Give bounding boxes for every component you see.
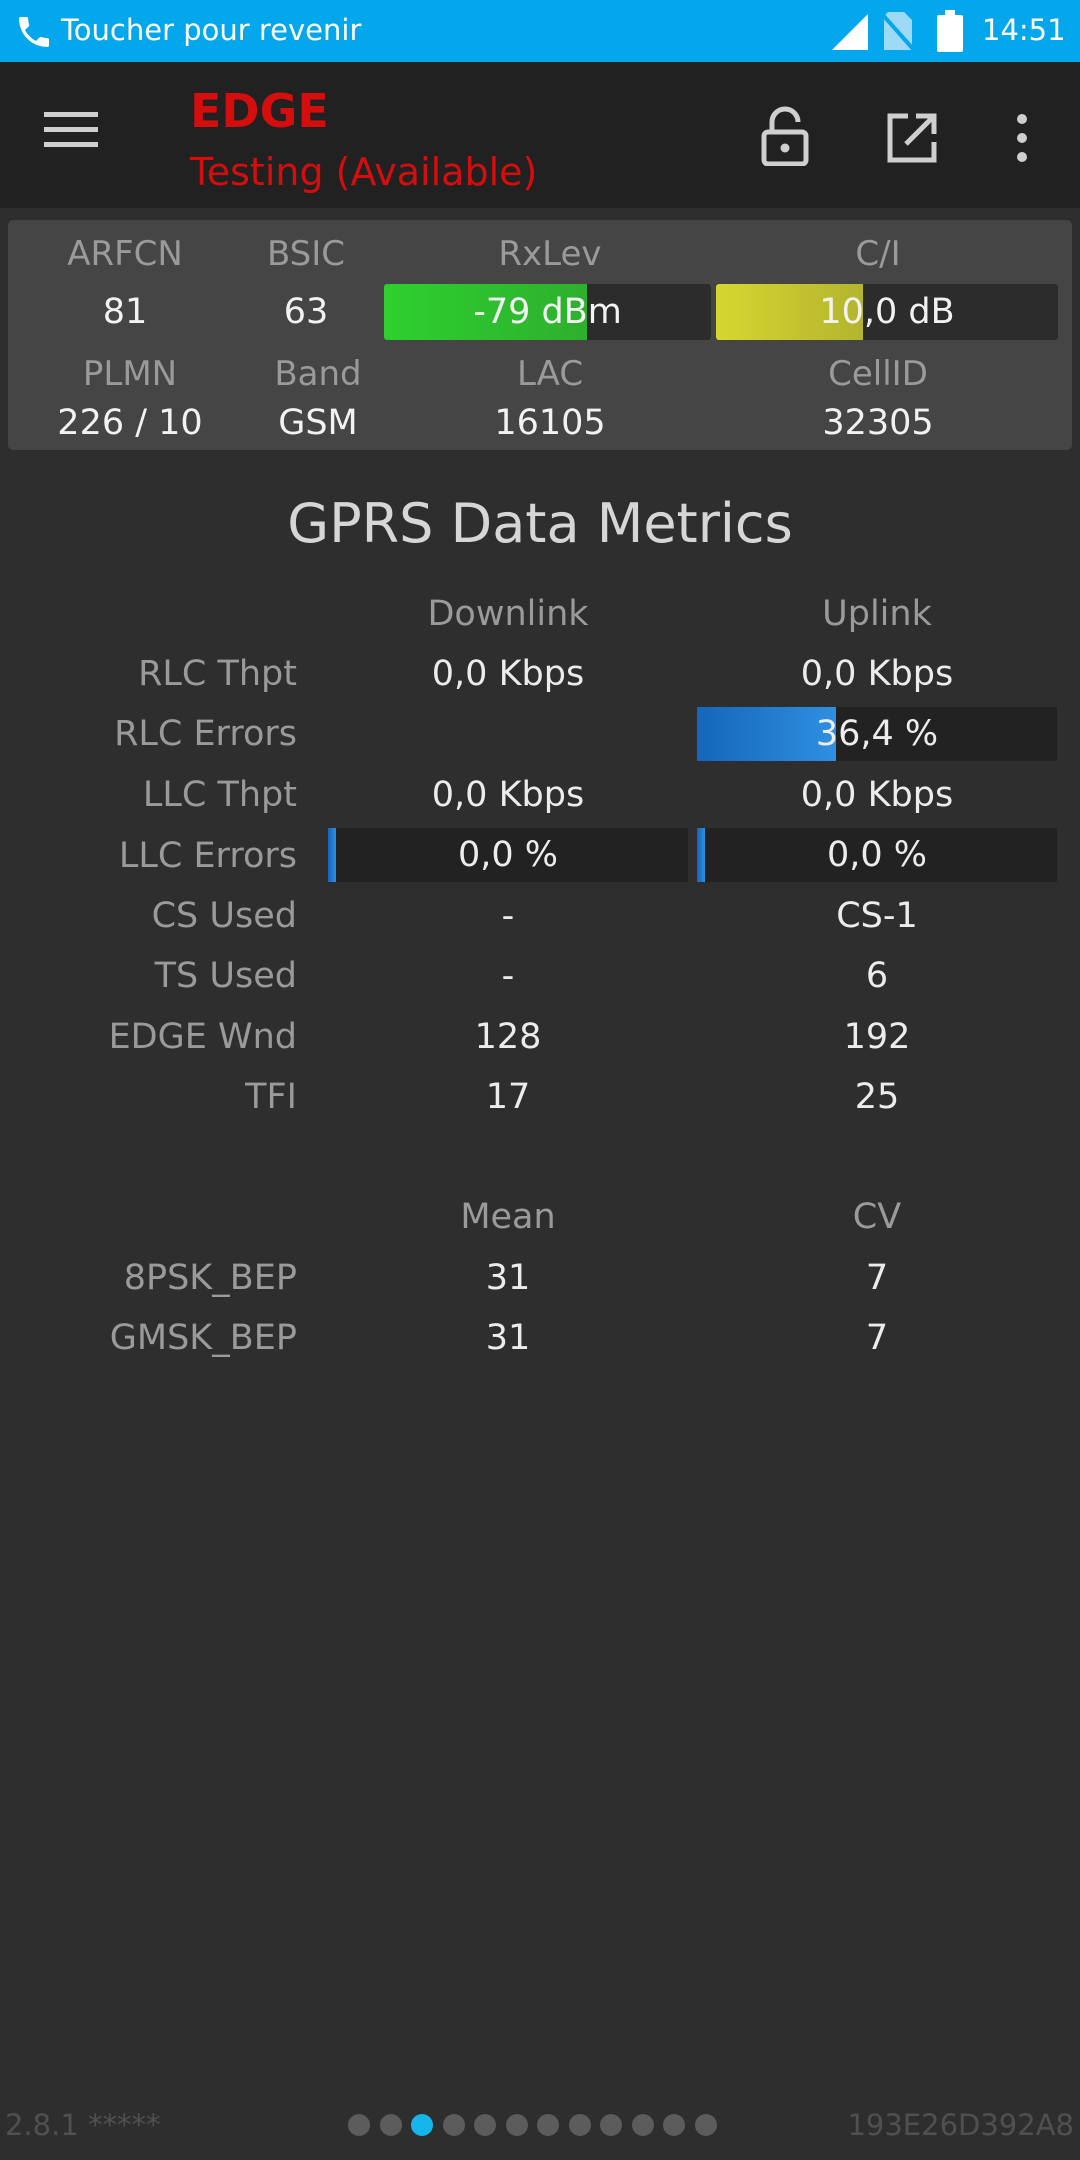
llc-errors-downlink-bar: 0,0 %	[328, 828, 688, 882]
ci-value: 10,0 dB	[819, 292, 955, 332]
ts-used-label: TS Used	[154, 956, 297, 996]
8psk-bep-mean: 31	[485, 1258, 531, 1298]
cs-used-label: CS Used	[151, 896, 297, 936]
llc-thpt-uplink: 0,0 Kbps	[800, 775, 954, 815]
8psk-bep-cv: 7	[865, 1258, 889, 1298]
edge-wnd-downlink: 128	[474, 1017, 542, 1057]
signal-icon	[832, 14, 868, 50]
arfcn-value: 81	[102, 292, 148, 332]
page-dot[interactable]	[600, 2114, 622, 2136]
lock-icon[interactable]	[760, 106, 810, 166]
rlc-errors-uplink: 36,4 %	[815, 714, 939, 754]
gmsk-bep-mean: 31	[485, 1318, 531, 1358]
page-dot[interactable]	[505, 2114, 528, 2136]
arfcn-label: ARFCN	[67, 234, 183, 274]
band-value: GSM	[278, 403, 358, 443]
bsic-value: 63	[283, 292, 329, 332]
test-state: Testing (Available)	[190, 150, 538, 194]
rlc-errors-uplink-bar: 36,4 %	[697, 707, 1057, 761]
rlc-thpt-uplink: 0,0 Kbps	[800, 654, 954, 694]
section-title: GPRS Data Metrics	[287, 492, 793, 555]
page-dot[interactable]	[348, 2114, 370, 2136]
gmsk-bep-cv: 7	[865, 1318, 889, 1358]
rlc-thpt-downlink: 0,0 Kbps	[431, 654, 585, 694]
plmn-label: PLMN	[82, 354, 178, 394]
device-id: 193E26D392A8	[847, 2108, 1074, 2142]
page-dot[interactable]	[631, 2114, 654, 2136]
cs-used-downlink: -	[501, 896, 515, 936]
cell-info-panel: ARFCN BSIC RxLev C/I 81 63 -79 dBm 10,0 …	[8, 220, 1072, 450]
lac-value: 16105	[494, 403, 606, 443]
call-icon	[19, 17, 49, 47]
rlc-errors-label: RLC Errors	[114, 714, 297, 754]
page-dot[interactable]	[442, 2114, 465, 2136]
ts-used-uplink: 6	[865, 956, 889, 996]
ts-used-downlink: -	[501, 956, 515, 996]
llc-errors-uplink: 0,0 %	[826, 835, 928, 875]
clock: 14:51	[982, 13, 1066, 47]
share-icon[interactable]	[886, 112, 938, 164]
llc-errors-downlink: 0,0 %	[457, 835, 559, 875]
mean-header: Mean	[460, 1197, 556, 1237]
cellid-label: CellID	[828, 354, 928, 394]
page-dot[interactable]	[411, 2114, 433, 2136]
battery-icon	[937, 10, 963, 52]
tfi-label: TFI	[245, 1077, 297, 1117]
app-version: 2.8.1 *****	[5, 2108, 161, 2142]
page-dot[interactable]	[663, 2114, 685, 2136]
llc-errors-label: LLC Errors	[118, 836, 297, 876]
cv-header: CV	[852, 1197, 902, 1237]
page-indicator[interactable]	[348, 2114, 717, 2136]
edge-wnd-uplink: 192	[843, 1017, 911, 1057]
downlink-header: Downlink	[427, 594, 589, 634]
gmsk-bep-label: GMSK_BEP	[109, 1318, 297, 1358]
more-icon[interactable]	[1010, 112, 1034, 164]
rxlev-label: RxLev	[498, 234, 602, 274]
ci-meter: 10,0 dB	[716, 284, 1058, 340]
return-to-call-text[interactable]: Toucher pour revenir	[61, 13, 361, 47]
lac-label: LAC	[516, 354, 584, 394]
rxlev-meter: -79 dBm	[384, 284, 711, 340]
page-dot[interactable]	[568, 2114, 591, 2136]
band-label: Band	[274, 354, 362, 394]
llc-thpt-label: LLC Thpt	[142, 775, 297, 815]
network-technology: EDGE	[190, 84, 329, 138]
page-dot[interactable]	[379, 2114, 402, 2136]
page-dot[interactable]	[694, 2114, 717, 2136]
app-toolbar: EDGE Testing (Available)	[0, 62, 1080, 208]
page-dot[interactable]	[537, 2114, 559, 2136]
8psk-bep-label: 8PSK_BEP	[123, 1258, 297, 1298]
uplink-header: Uplink	[822, 594, 932, 634]
cellid-value: 32305	[822, 403, 934, 443]
page-dot[interactable]	[474, 2114, 496, 2136]
bsic-label: BSIC	[266, 234, 346, 274]
tfi-uplink: 25	[854, 1077, 900, 1117]
llc-errors-uplink-bar: 0,0 %	[697, 828, 1057, 882]
rxlev-value: -79 dBm	[473, 292, 622, 332]
plmn-value: 226 / 10	[57, 403, 203, 443]
ci-label: C/I	[855, 234, 901, 274]
status-bar[interactable]: Toucher pour revenir 14:51	[0, 0, 1080, 62]
llc-thpt-downlink: 0,0 Kbps	[431, 775, 585, 815]
rlc-thpt-label: RLC Thpt	[138, 654, 297, 694]
edge-wnd-label: EDGE Wnd	[108, 1017, 297, 1057]
no-sim-icon	[880, 12, 916, 52]
menu-icon[interactable]	[44, 110, 98, 150]
tfi-downlink: 17	[485, 1077, 531, 1117]
cs-used-uplink: CS-1	[836, 896, 918, 936]
